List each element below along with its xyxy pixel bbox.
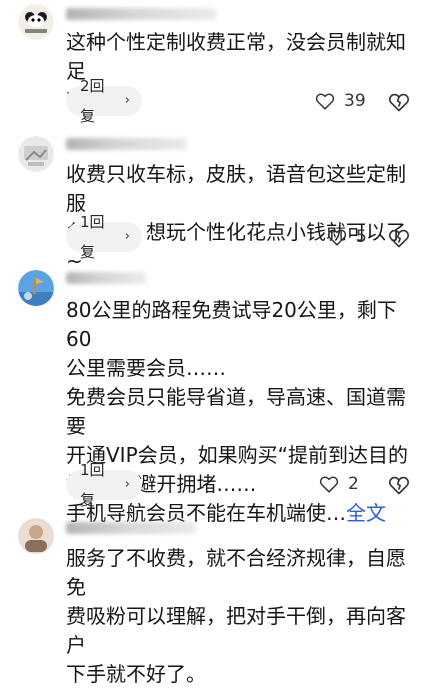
heart-outline-icon <box>319 476 339 493</box>
heart-broken-outline-icon[interactable] <box>387 226 411 250</box>
like-count: 2 <box>348 474 359 494</box>
like-button[interactable]: 39 <box>314 90 366 112</box>
avatar[interactable] <box>18 136 54 172</box>
avatar[interactable] <box>18 4 54 40</box>
avatar[interactable] <box>18 518 54 554</box>
username-blurred <box>66 522 196 534</box>
avatar[interactable] <box>18 270 54 306</box>
heart-outline-icon <box>315 93 335 110</box>
reply-count-label: 1回复 <box>80 213 105 261</box>
username-blurred <box>66 138 186 150</box>
chevron-right-icon: › <box>124 229 130 244</box>
comment-text: 服务了不收费，就不合经济规律，自愿免 费吸粉可以理解，把对手干倒，再向客户 下手… <box>66 546 406 686</box>
heart-outline-icon <box>327 229 347 246</box>
reply-count-label: 2回复 <box>80 77 105 125</box>
chevron-right-icon: › <box>124 93 130 108</box>
like-button[interactable]: 5 <box>326 226 367 248</box>
like-button[interactable]: 2 <box>318 473 359 495</box>
username-blurred <box>66 8 216 20</box>
chevron-right-icon: › <box>124 477 130 492</box>
reply-count-button[interactable]: 1回复 › <box>66 213 142 261</box>
heart-broken-outline-icon[interactable] <box>387 473 411 497</box>
heart-broken-outline-icon[interactable] <box>387 90 411 114</box>
reply-count-button[interactable]: 1回复 › <box>66 461 142 509</box>
reply-count-label: 1回复 <box>80 461 105 509</box>
expand-full-text-link[interactable]: 全文 <box>346 501 386 525</box>
like-count: 5 <box>356 227 367 247</box>
username-blurred <box>66 272 146 284</box>
reply-count-button[interactable]: 2回复 › <box>66 77 142 125</box>
like-count: 39 <box>344 91 366 111</box>
